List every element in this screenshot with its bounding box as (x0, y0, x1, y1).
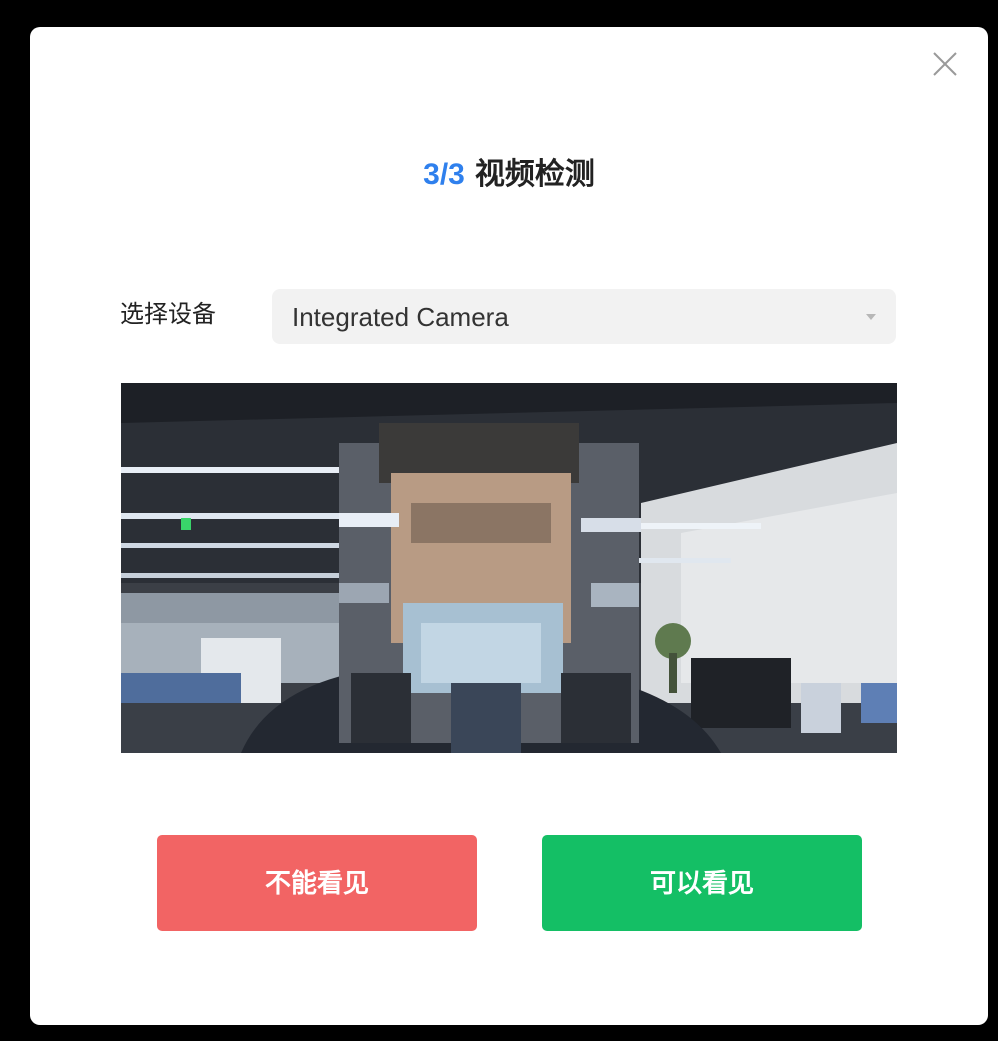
device-label: 选择设备 (120, 301, 216, 328)
video-check-dialog: 3/3 视频检测 选择设备 Integrated Camera 不能看见 可以看… (30, 27, 988, 1025)
camera-preview (121, 383, 897, 753)
close-icon (933, 52, 957, 76)
device-select[interactable]: Integrated Camera (272, 289, 896, 344)
cannot-see-button[interactable]: 不能看见 (157, 835, 477, 931)
camera-feed-image (121, 383, 897, 753)
title-text: 视频检测 (474, 158, 595, 191)
close-button[interactable] (930, 49, 960, 79)
dialog-title: 3/3 视频检测 (30, 155, 988, 195)
device-select-value: Integrated Camera (292, 302, 509, 332)
can-see-button[interactable]: 可以看见 (542, 835, 862, 931)
caret-down-icon (866, 314, 876, 320)
step-indicator: 3/3 (423, 158, 465, 191)
